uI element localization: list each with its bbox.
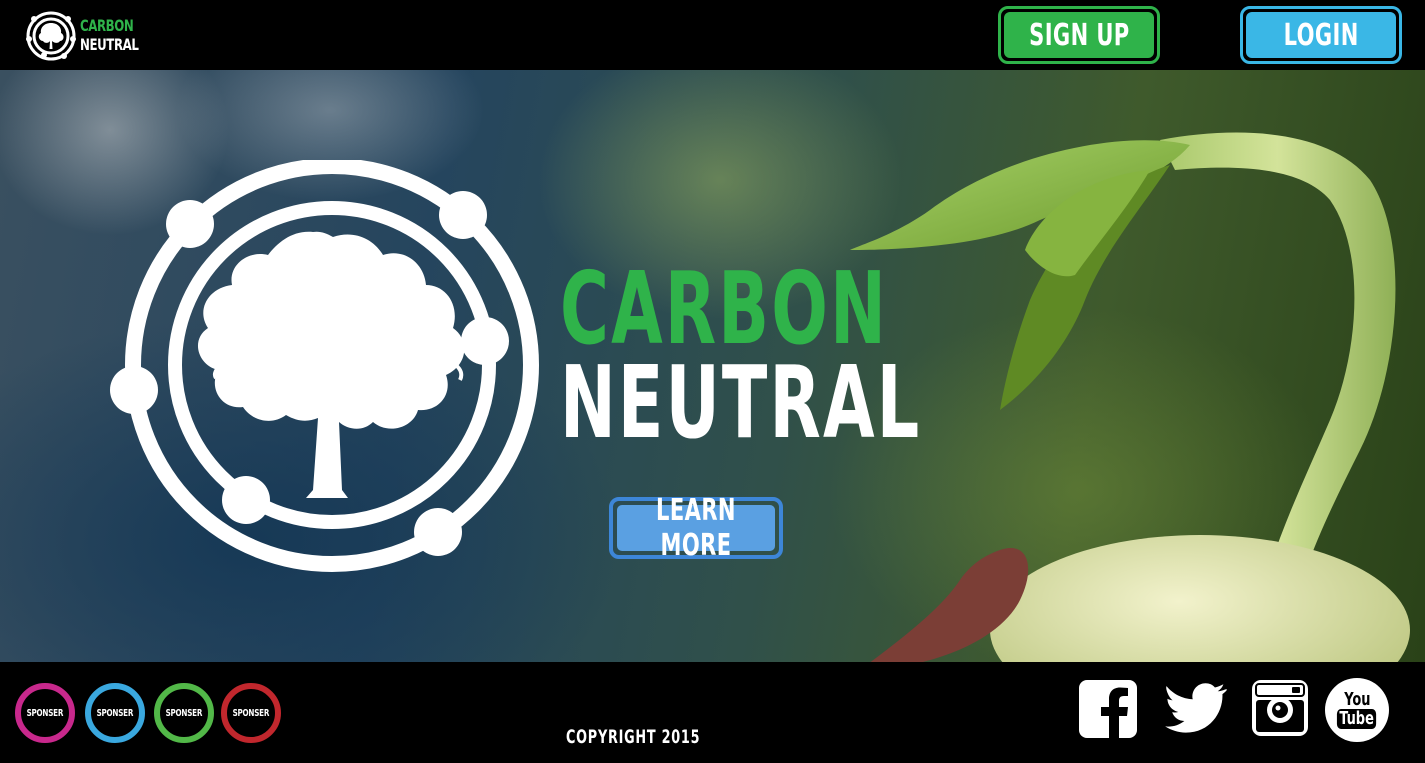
hero-title-neutral: NEUTRAL (560, 344, 922, 461)
brand-word-neutral: NEUTRAL (80, 35, 139, 54)
sponsor-badge-4[interactable]: SPONSER (221, 683, 281, 743)
login-label: LOGIN (1283, 17, 1359, 53)
sponsor-label: SPONSER (232, 707, 270, 719)
sponsor-label: SPONSER (165, 707, 203, 719)
copyright-text: COPYRIGHT 2015 (566, 726, 701, 748)
learn-more-button[interactable]: LEARN MORE (609, 493, 783, 563)
youtube-tube-text: Tube (1337, 709, 1377, 729)
top-nav-bar: CARBON NEUTRAL SIGN UP LOGIN (0, 0, 1425, 70)
sign-up-button[interactable]: SIGN UP (998, 6, 1160, 64)
instagram-icon[interactable] (1252, 680, 1310, 738)
tree-globe-icon (26, 11, 76, 61)
sponsor-label: SPONSER (96, 707, 134, 719)
hero-title: CARBON NEUTRAL (560, 250, 922, 461)
brand-logo[interactable]: CARBON NEUTRAL (24, 9, 144, 63)
hero-tree-globe-icon (110, 160, 539, 572)
sponsor-badge-1[interactable]: SPONSER (15, 683, 75, 743)
youtube-you-text: You (1343, 689, 1371, 710)
footer: SPONSER SPONSER SPONSER SPONSER COPYRIGH… (0, 662, 1425, 763)
facebook-icon[interactable] (1079, 680, 1139, 740)
youtube-icon[interactable]: You Tube (1325, 678, 1389, 742)
twitter-icon[interactable] (1165, 680, 1229, 740)
sign-up-label: SIGN UP (1028, 17, 1130, 53)
brand-wordmark: CARBON NEUTRAL (80, 16, 139, 54)
sponsor-label: SPONSER (26, 707, 64, 719)
brand-word-carbon: CARBON (80, 16, 134, 35)
sponsor-badge-3[interactable]: SPONSER (154, 683, 214, 743)
sponsor-badge-2[interactable]: SPONSER (85, 683, 145, 743)
learn-more-label: LEARN MORE (656, 493, 736, 563)
hero-banner: CARBON NEUTRAL LEARN MORE (0, 70, 1425, 662)
hero-title-carbon: CARBON (560, 250, 889, 367)
login-button[interactable]: LOGIN (1240, 6, 1402, 64)
